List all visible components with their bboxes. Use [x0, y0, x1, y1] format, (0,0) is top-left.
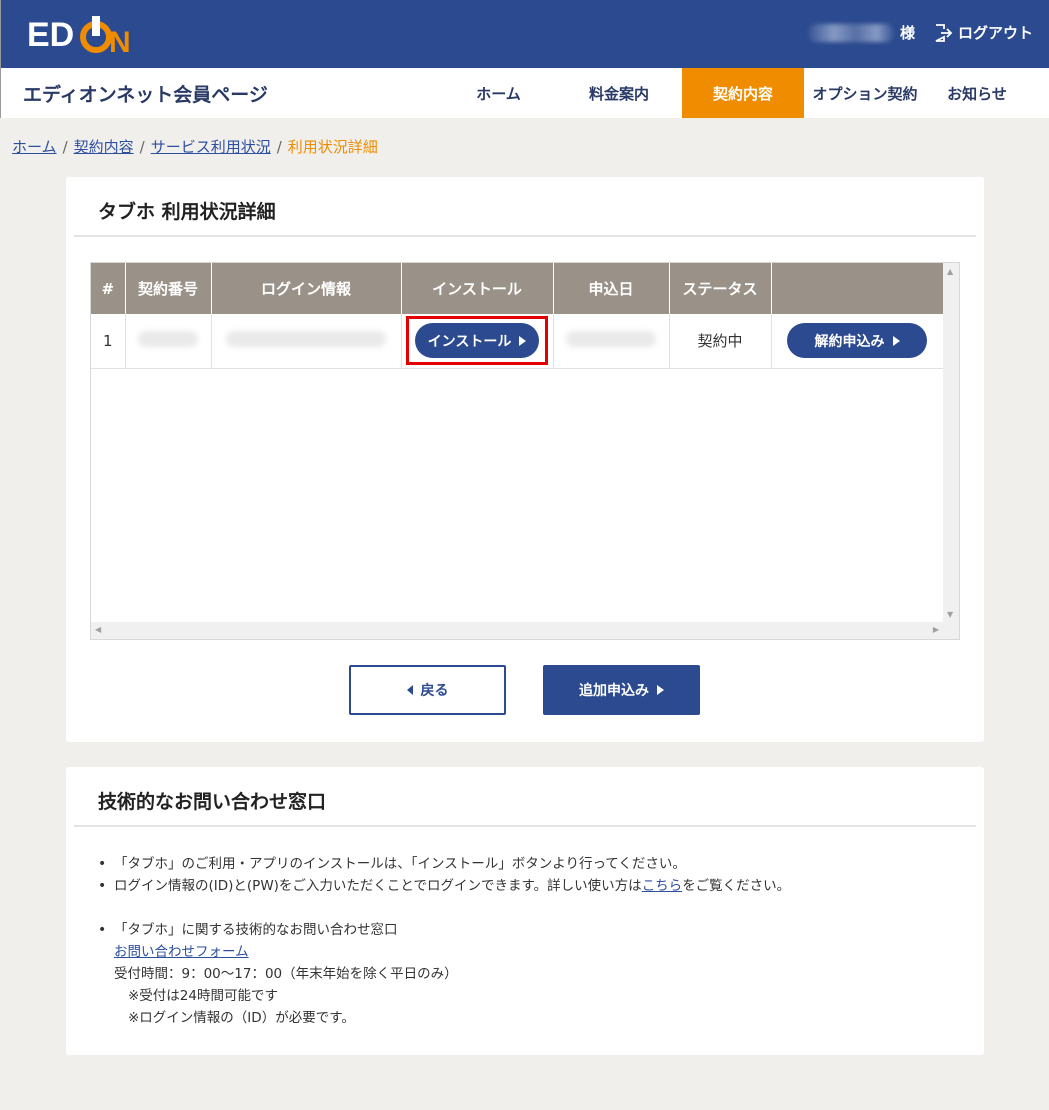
cell-login-info	[211, 314, 402, 369]
breadcrumb-current: 利用状況詳細	[287, 138, 378, 156]
card-divider	[74, 825, 976, 827]
info-bullet-login: ログイン情報の(ID)と(PW)をご入力いただくことでログインできます。詳しい使…	[96, 875, 790, 897]
scroll-down-icon[interactable]: ▼	[947, 610, 953, 619]
install-highlight-box: インストール	[406, 316, 548, 366]
breadcrumb-home[interactable]: ホーム	[12, 136, 57, 157]
breadcrumb: ホーム / 契約内容 / サービス利用状況 / 利用状況詳細	[12, 136, 378, 157]
breadcrumb-separator: /	[139, 137, 145, 156]
cell-action: 解約申込み	[771, 314, 944, 369]
user-name-blurred	[807, 23, 894, 42]
svg-text:N: N	[109, 26, 131, 56]
col-header-contract-number: 契約番号	[125, 263, 212, 314]
horizontal-scrollbar[interactable]: ◀ ▶	[91, 622, 959, 639]
back-arrow-icon	[406, 685, 413, 695]
support-card: 技術的なお問い合わせ窓口 「タブホ」のご利用・アプリのインストールは、「インスト…	[66, 767, 984, 1055]
cell-apply-date	[553, 314, 670, 369]
logout-icon	[935, 23, 953, 42]
col-header-status: ステータス	[669, 263, 772, 314]
usage-guide-link[interactable]: こちら	[642, 878, 683, 894]
support-title: 技術的なお問い合わせ窓口	[98, 791, 327, 813]
vertical-scrollbar[interactable]: ▲ ▼	[943, 263, 959, 623]
play-arrow-icon	[519, 335, 527, 346]
tab-options[interactable]: オプション契約	[804, 68, 926, 118]
tab-home[interactable]: ホーム	[441, 68, 556, 118]
play-arrow-icon	[657, 685, 664, 695]
cell-index: 1	[91, 314, 126, 369]
note-id-required: ※ログイン情報の（ID）が必要です。	[128, 1010, 355, 1026]
breadcrumb-service-usage[interactable]: サービス利用状況	[151, 136, 271, 157]
usage-table: # 契約番号 ログイン情報 インストール 申込日 ステータス 1 インストール …	[91, 263, 944, 369]
tab-contract[interactable]: 契約内容	[682, 68, 804, 118]
install-button[interactable]: インストール	[415, 323, 539, 359]
col-header-index: #	[91, 263, 126, 314]
support-info: 「タブホ」のご利用・アプリのインストールは、「インストール」ボタンより行ってくだ…	[96, 853, 790, 1029]
top-header: ED N 様 ログアウト	[0, 0, 1049, 68]
breadcrumb-separator: /	[276, 137, 282, 156]
cancel-application-button[interactable]: 解約申込み	[787, 323, 927, 359]
note-24h: ※受付は24時間可能です	[128, 988, 278, 1004]
back-button[interactable]: 戻る	[349, 665, 506, 715]
scroll-left-icon[interactable]: ◀	[95, 625, 101, 634]
reception-hours: 受付時間：9：00～17：00（年末年始を除く平日のみ）	[114, 966, 458, 982]
cell-install: インストール	[401, 314, 554, 369]
card-divider	[74, 235, 976, 237]
logout-button[interactable]: ログアウト	[933, 22, 1033, 43]
scroll-right-icon[interactable]: ▶	[933, 625, 939, 634]
logout-label: ログアウト	[957, 24, 1033, 42]
scroll-up-icon[interactable]: ▲	[947, 267, 953, 276]
usage-table-container[interactable]: # 契約番号 ログイン情報 インストール 申込日 ステータス 1 インストール …	[90, 262, 960, 640]
table-row: 1 インストール 契約中 解約申込み	[91, 314, 944, 369]
usage-detail-card: タブホ 利用状況詳細 # 契約番号 ログイン情報 インストール 申込日 ステータ…	[66, 177, 984, 742]
col-header-install: インストール	[401, 263, 554, 314]
back-button-label: 戻る	[420, 683, 449, 699]
svg-text:ED: ED	[27, 16, 74, 54]
tab-pricing[interactable]: 料金案内	[556, 68, 682, 118]
tab-news[interactable]: お知らせ	[926, 68, 1028, 118]
col-header-apply-date: 申込日	[553, 263, 670, 314]
breadcrumb-contract[interactable]: 契約内容	[74, 136, 134, 157]
contact-form-link[interactable]: お問い合わせフォーム	[114, 944, 249, 960]
edion-logo[interactable]: ED N	[27, 12, 137, 56]
col-header-login-info: ログイン情報	[211, 263, 402, 314]
install-button-label: インストール	[427, 333, 512, 350]
play-arrow-icon	[892, 335, 900, 346]
bullet-text: をご覧ください。	[682, 878, 791, 894]
info-bullet-contact: 「タブホ」に関する技術的なお問い合わせ窓口	[96, 919, 790, 941]
info-bullet-install: 「タブホ」のご利用・アプリのインストールは、「インストール」ボタンより行ってくだ…	[96, 853, 790, 875]
breadcrumb-separator: /	[62, 137, 68, 156]
user-name: 様	[807, 22, 915, 43]
cell-contract-number	[125, 314, 212, 369]
user-suffix: 様	[899, 24, 915, 42]
add-application-button[interactable]: 追加申込み	[543, 665, 700, 715]
bullet-text: ログイン情報の(ID)と(PW)をご入力いただくことでログインできます。詳しい使…	[114, 878, 642, 894]
cancel-button-label: 解約申込み	[814, 333, 885, 350]
col-header-action	[771, 263, 944, 314]
add-button-label: 追加申込み	[579, 683, 649, 699]
cell-status: 契約中	[669, 314, 772, 369]
site-title: エディオンネット会員ページ	[23, 84, 268, 106]
card-title: タブホ 利用状況詳細	[98, 201, 276, 223]
main-nav: エディオンネット会員ページ ホーム 料金案内 契約内容 オプション契約 お知らせ	[0, 68, 1049, 118]
